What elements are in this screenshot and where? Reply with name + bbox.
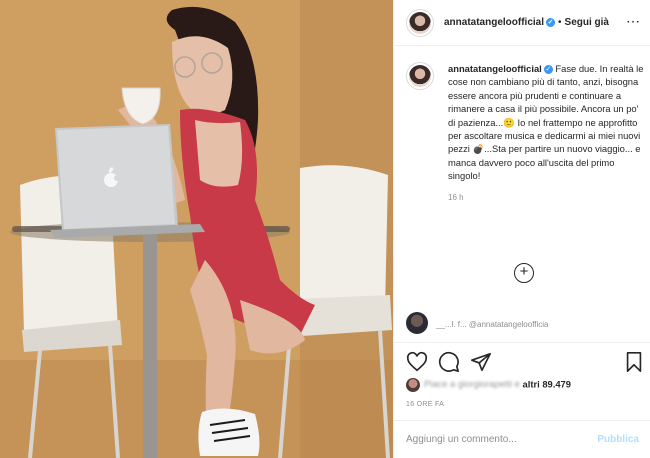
caption: annatatangeloofficial ✓ Fase due. In real… bbox=[448, 62, 644, 204]
caption-avatar[interactable] bbox=[406, 62, 434, 90]
avatar[interactable] bbox=[406, 8, 434, 37]
caption-row: annatatangeloofficial ✓ Fase due. In real… bbox=[406, 62, 644, 204]
comment-preview-text: __...l. f... @annatatangeloofficia bbox=[436, 320, 549, 329]
following-button[interactable]: Segui già bbox=[565, 17, 609, 28]
username-text[interactable]: annatatangeloofficial bbox=[444, 17, 544, 28]
comment-avatar[interactable] bbox=[406, 312, 428, 334]
separator-dot: • bbox=[558, 17, 562, 28]
publish-button[interactable]: Pubblica bbox=[597, 434, 639, 445]
comment-icon[interactable] bbox=[438, 351, 460, 373]
plus-circle-icon[interactable]: + bbox=[514, 263, 534, 283]
comment-input[interactable] bbox=[406, 434, 596, 445]
post-photo[interactable] bbox=[0, 0, 393, 458]
comment-preview: __...l. f... @annatatangeloofficia bbox=[406, 308, 641, 334]
more-horizontal-icon[interactable]: ⋯ bbox=[626, 14, 641, 28]
post-header: annatatangeloofficial ✓ • Segui già ⋯ bbox=[394, 0, 650, 46]
post-date[interactable]: 16 ORE FA bbox=[406, 401, 444, 408]
photo-illustration bbox=[0, 0, 393, 458]
verified-badge-icon: ✓ bbox=[543, 65, 553, 75]
action-bar bbox=[394, 342, 650, 382]
bookmark-icon[interactable] bbox=[623, 351, 645, 373]
likes-count[interactable]: altri 89.479 bbox=[523, 378, 571, 389]
caption-text: Fase due. In realtà le cose non cambiano… bbox=[448, 63, 644, 182]
likes-prefix: Piace a giorgiorapetti e bbox=[424, 378, 520, 390]
likes-summary[interactable]: Piace a giorgiorapetti e altri 89.479 bbox=[406, 378, 571, 392]
post-side-panel: annatatangeloofficial ✓ • Segui già ⋯ ann… bbox=[393, 0, 650, 458]
caption-username[interactable]: annatatangeloofficial bbox=[448, 63, 542, 74]
add-comment-bar: Pubblica bbox=[394, 420, 650, 458]
heart-icon[interactable] bbox=[406, 351, 428, 373]
liker-avatar bbox=[406, 378, 420, 392]
caption-time[interactable]: 16 h bbox=[448, 191, 644, 204]
verified-badge-icon: ✓ bbox=[546, 17, 556, 27]
share-icon[interactable] bbox=[470, 351, 492, 373]
header-username[interactable]: annatatangeloofficial ✓ bbox=[444, 17, 556, 28]
